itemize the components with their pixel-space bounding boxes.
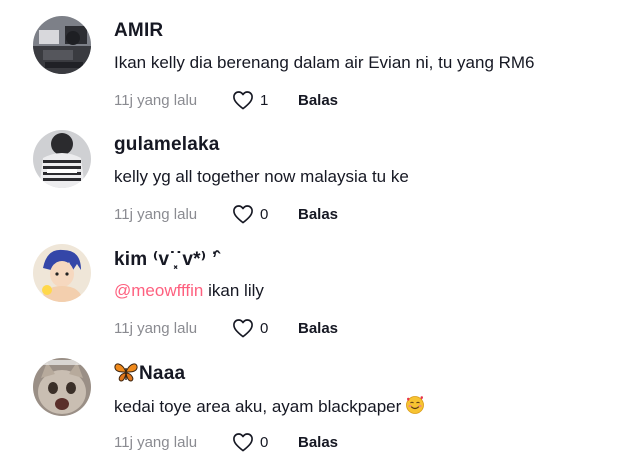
comment-item: AMIR Ikan kelly dia berenang dalam air E… — [0, 0, 623, 114]
heart-icon — [233, 319, 253, 338]
comment-meta: 11j yang lalu 0 Balas — [114, 317, 338, 339]
like-button[interactable]: 1 — [232, 90, 298, 110]
avatar[interactable] — [33, 244, 91, 302]
comment-text: kelly yg all together now malaysia tu ke — [114, 167, 409, 186]
like-count: 0 — [260, 205, 269, 223]
comment-meta: 11j yang lalu 0 Balas — [114, 203, 338, 225]
avatar[interactable] — [33, 16, 91, 74]
mention-link[interactable]: @meowfffin — [114, 281, 203, 300]
comment-time: 11j yang lalu — [114, 433, 198, 451]
like-button[interactable]: 0 — [232, 204, 298, 224]
comment-text: @meowfffin ikan lily — [114, 281, 264, 301]
comment-username-text: Naaa — [139, 363, 186, 384]
comment-username[interactable]: gulamelaka — [114, 134, 220, 156]
comment-text: Ikan kelly dia berenang dalam air Evian … — [114, 53, 535, 72]
comment-meta: 11j yang lalu 0 Balas — [114, 431, 338, 453]
anime-boy-avatar-icon — [33, 244, 91, 302]
comment-item: gulamelaka kelly yg all together now mal… — [0, 114, 623, 228]
heart-icon — [233, 433, 253, 452]
reply-button[interactable]: Balas — [298, 206, 338, 223]
comment-meta: 11j yang lalu 1 Balas — [114, 89, 338, 111]
comment-item: Naaa kedai toye area aku, ayam blackpape… — [0, 342, 623, 456]
comment-text: kedai toye area aku, ayam blackpaper — [114, 395, 425, 417]
like-button[interactable]: 0 — [232, 432, 298, 452]
reply-button[interactable]: Balas — [298, 320, 338, 337]
striped-shirt-photo-avatar-icon — [33, 130, 91, 188]
comment-username[interactable]: kim ⁽ᴠ˙͓˙ᴠ*⁾ ʼ̂ — [114, 248, 217, 271]
comment-username[interactable]: Naaa — [114, 362, 185, 385]
like-count: 0 — [260, 319, 269, 337]
avatar[interactable] — [33, 130, 91, 188]
like-count: 1 — [260, 91, 269, 109]
dark-desk-photo-avatar-icon — [33, 16, 91, 74]
heart-icon — [233, 91, 253, 110]
cat-photo-avatar-icon — [33, 358, 91, 416]
reply-button[interactable]: Balas — [298, 92, 338, 109]
like-count: 0 — [260, 433, 269, 451]
butterfly-emoji-icon — [114, 363, 138, 382]
smiling-face-with-hearts-emoji-icon — [406, 396, 425, 414]
avatar[interactable] — [33, 358, 91, 416]
like-button[interactable]: 0 — [232, 318, 298, 338]
comment-time: 11j yang lalu — [114, 91, 198, 109]
reply-button[interactable]: Balas — [298, 434, 338, 451]
heart-icon — [233, 205, 253, 224]
comment-time: 11j yang lalu — [114, 205, 198, 223]
comment-username[interactable]: AMIR — [114, 20, 163, 42]
comment-time: 11j yang lalu — [114, 319, 198, 337]
comment-text-body: kedai toye area aku, ayam blackpaper — [114, 397, 402, 416]
comment-item: kim ⁽ᴠ˙͓˙ᴠ*⁾ ʼ̂ @meowfffin ikan lily 11j… — [0, 228, 623, 342]
comment-text-body: ikan lily — [203, 281, 264, 300]
